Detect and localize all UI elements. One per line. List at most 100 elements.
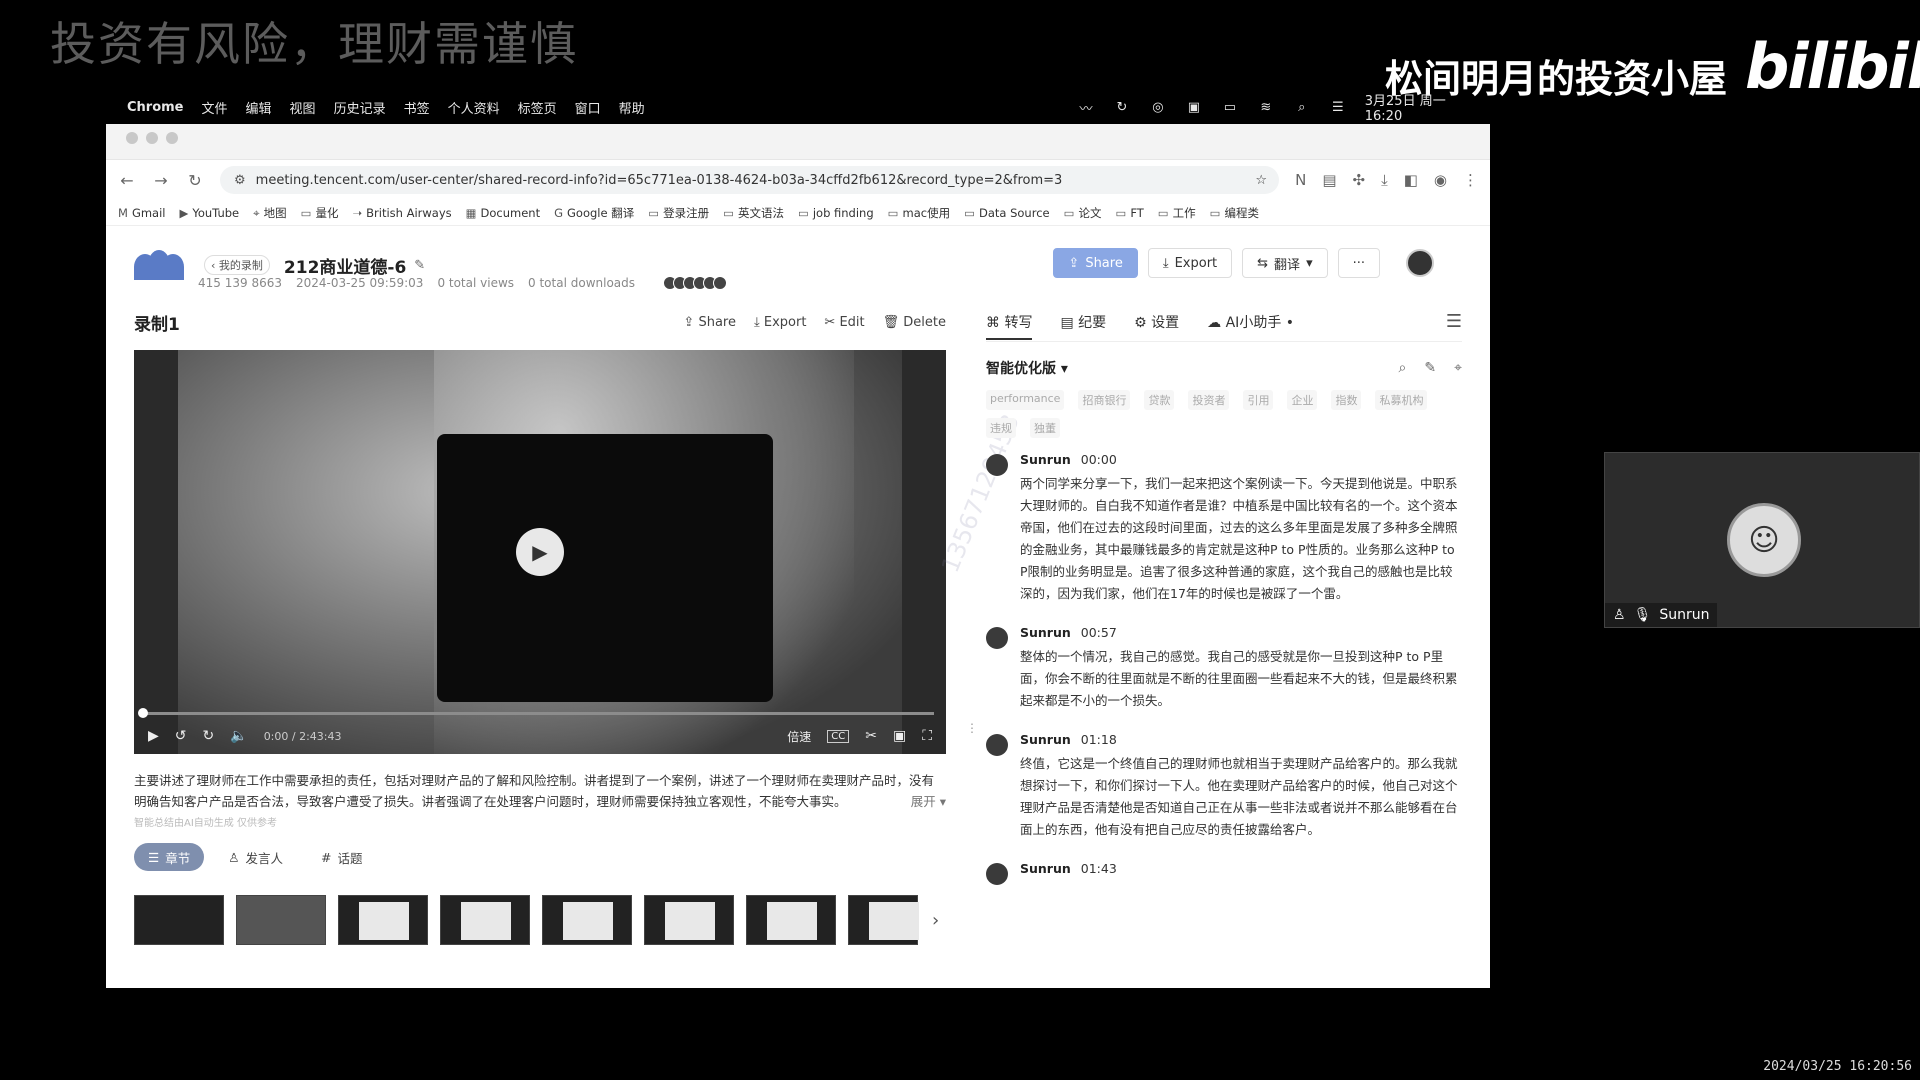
- recording-export-button[interactable]: ⤓ Export: [754, 315, 806, 330]
- edit-title-icon[interactable]: ✎: [414, 258, 425, 273]
- keyword-tag[interactable]: 私募机构: [1375, 390, 1428, 410]
- zoom-window-button[interactable]: [166, 132, 178, 144]
- export-button[interactable]: ⤓ Export: [1147, 248, 1233, 278]
- tab-topics[interactable]: # 话题: [307, 843, 377, 871]
- bookmark-job-finding[interactable]: ▭ job finding: [798, 206, 874, 220]
- play-icon[interactable]: ▶: [148, 728, 159, 744]
- keyword-tag[interactable]: 贷款: [1144, 390, 1175, 410]
- browser-menu-icon[interactable]: ⋮: [1463, 171, 1478, 189]
- entry-time[interactable]: 01:18: [1081, 732, 1117, 747]
- menu-file[interactable]: 文件: [202, 98, 228, 117]
- play-overlay-button[interactable]: ▶: [516, 528, 564, 576]
- bookmark-mac[interactable]: ▭ mac使用: [888, 205, 950, 221]
- tab-transcribe[interactable]: ⌘ 转写: [986, 312, 1033, 340]
- transcript-entry[interactable]: Sunrun 01:43: [986, 861, 1462, 885]
- chapter-thumbnail[interactable]: [338, 895, 428, 945]
- chapter-thumbnail[interactable]: [746, 895, 836, 945]
- site-settings-icon[interactable]: ⚙: [234, 173, 246, 188]
- bookmark-maps[interactable]: ⌖ 地图: [253, 205, 286, 221]
- sync-icon[interactable]: ↻: [1113, 100, 1131, 115]
- tab-chapters[interactable]: ☰ 章节: [134, 843, 205, 871]
- menu-window[interactable]: 窗口: [575, 98, 601, 117]
- menu-tabs[interactable]: 标签页: [518, 98, 557, 117]
- locate-icon[interactable]: ⌖: [1454, 360, 1462, 376]
- clip-icon[interactable]: ✂: [865, 728, 877, 744]
- tab-ai-assistant[interactable]: ☁ AI小助手 •: [1207, 312, 1294, 332]
- recording-edit-button[interactable]: ✂ Edit: [824, 315, 864, 330]
- panel-resize-handle[interactable]: ⋮: [966, 721, 978, 735]
- extension-doc-icon[interactable]: ▤: [1322, 171, 1336, 189]
- chevron-right-icon[interactable]: ›: [932, 910, 939, 931]
- keyword-tag[interactable]: performance: [986, 390, 1065, 410]
- chapter-thumbnail[interactable]: [134, 895, 224, 945]
- avatar[interactable]: [1406, 249, 1434, 277]
- bookmark-login[interactable]: ▭ 登录注册: [648, 205, 709, 221]
- menu-app-chrome[interactable]: Chrome: [127, 100, 184, 115]
- speed-button[interactable]: 倍速: [787, 728, 811, 745]
- back-to-my-recordings-link[interactable]: ‹ 我的录制: [204, 255, 270, 275]
- close-window-button[interactable]: [126, 132, 138, 144]
- keyword-tag[interactable]: 引用: [1243, 390, 1274, 410]
- share-button[interactable]: ⇪ Share: [1053, 248, 1138, 278]
- input-method-icon[interactable]: ▣: [1185, 100, 1203, 115]
- address-bar[interactable]: ⚙ meeting.tencent.com/user-center/shared…: [220, 166, 1280, 194]
- transcript-version-select[interactable]: 智能优化版 ▾: [986, 358, 1068, 378]
- tab-speakers[interactable]: ♙ 发言人: [214, 843, 297, 871]
- entry-time[interactable]: 00:57: [1081, 625, 1117, 640]
- bookmark-programming[interactable]: ▭ 编程类: [1210, 205, 1259, 221]
- extensions-puzzle-icon[interactable]: ✣: [1353, 171, 1366, 189]
- reload-icon[interactable]: ↻: [186, 171, 204, 190]
- bookmark-youtube[interactable]: ▶ YouTube: [180, 206, 240, 220]
- video-player[interactable]: ▶ ▶ ↺ ↻ 🔈 0:00 / 2:43:43 倍速 CC ✂ ▣ ⛶: [134, 350, 946, 754]
- search-icon[interactable]: ⌕: [1293, 100, 1311, 115]
- pip-icon[interactable]: ▣: [893, 728, 906, 744]
- bookmark-ft[interactable]: ▭ FT: [1115, 206, 1143, 220]
- bookmark-grammar[interactable]: ▭ 英文语法: [723, 205, 784, 221]
- keyword-tag[interactable]: 独董: [1030, 418, 1060, 438]
- menu-profile[interactable]: 个人资料: [448, 98, 500, 117]
- menu-view[interactable]: 视图: [290, 98, 316, 117]
- menu-bookmarks[interactable]: 书签: [404, 98, 430, 117]
- recording-share-button[interactable]: ⇪ Share: [683, 315, 736, 330]
- captions-button[interactable]: CC: [827, 729, 850, 743]
- keyword-tag[interactable]: 招商银行: [1078, 390, 1131, 410]
- fullscreen-icon[interactable]: ⛶: [922, 728, 932, 744]
- expand-summary-button[interactable]: 展开 ▾: [911, 791, 946, 812]
- forward-icon[interactable]: ↻: [203, 728, 215, 744]
- edit-icon[interactable]: ✎: [1424, 360, 1436, 376]
- wechat-icon[interactable]: ◎: [1149, 100, 1167, 115]
- transcript-entry[interactable]: Sunrun 01:18 终值，它这是一个终值自己的理财师也就相当于卖理财产品给客…: [986, 732, 1462, 841]
- control-center-icon[interactable]: ☰: [1329, 100, 1347, 115]
- menu-edit[interactable]: 编辑: [246, 98, 272, 117]
- bookmark-work[interactable]: ▭ 工作: [1158, 205, 1196, 221]
- forward-arrow-icon[interactable]: →: [152, 171, 170, 190]
- bookmark-google-translate[interactable]: G Google 翻译: [554, 205, 634, 221]
- menu-help[interactable]: 帮助: [619, 98, 645, 117]
- side-panel-icon[interactable]: ◧: [1404, 171, 1418, 189]
- malware-icon[interactable]: 〰: [1077, 98, 1095, 117]
- wifi-icon[interactable]: ≋: [1257, 100, 1275, 115]
- menu-history[interactable]: 历史记录: [334, 98, 386, 117]
- bookmark-gmail[interactable]: M Gmail: [118, 206, 166, 220]
- battery-icon[interactable]: ▭: [1221, 100, 1239, 115]
- rewind-icon[interactable]: ↺: [175, 728, 187, 744]
- bookmark-british-airways[interactable]: ➝ British Airways: [352, 206, 451, 220]
- download-icon[interactable]: ⤓: [1381, 171, 1388, 189]
- chapter-thumbnail[interactable]: [440, 895, 530, 945]
- keyword-tag[interactable]: 投资者: [1188, 390, 1230, 410]
- bookmark-papers[interactable]: ▭ 论文: [1064, 205, 1102, 221]
- keyword-tag[interactable]: 企业: [1287, 390, 1318, 410]
- more-button[interactable]: ···: [1337, 248, 1380, 278]
- tab-settings[interactable]: ⚙ 设置: [1134, 312, 1179, 332]
- url-text[interactable]: meeting.tencent.com/user-center/shared-r…: [256, 173, 1063, 188]
- entry-time[interactable]: 01:43: [1081, 861, 1117, 876]
- chapter-thumbnail[interactable]: [542, 895, 632, 945]
- bookmark-document[interactable]: ▦ Document: [466, 206, 540, 220]
- volume-icon[interactable]: 🔈: [230, 728, 247, 744]
- progress-knob[interactable]: [138, 708, 148, 718]
- menu-bar-clock[interactable]: 3月25日 周一 16:20: [1365, 90, 1487, 124]
- entry-time[interactable]: 00:00: [1081, 452, 1117, 467]
- profile-avatar-icon[interactable]: ◉: [1434, 171, 1447, 189]
- recording-delete-button[interactable]: 🗑 Delete: [883, 315, 946, 330]
- back-arrow-icon[interactable]: ←: [118, 171, 136, 190]
